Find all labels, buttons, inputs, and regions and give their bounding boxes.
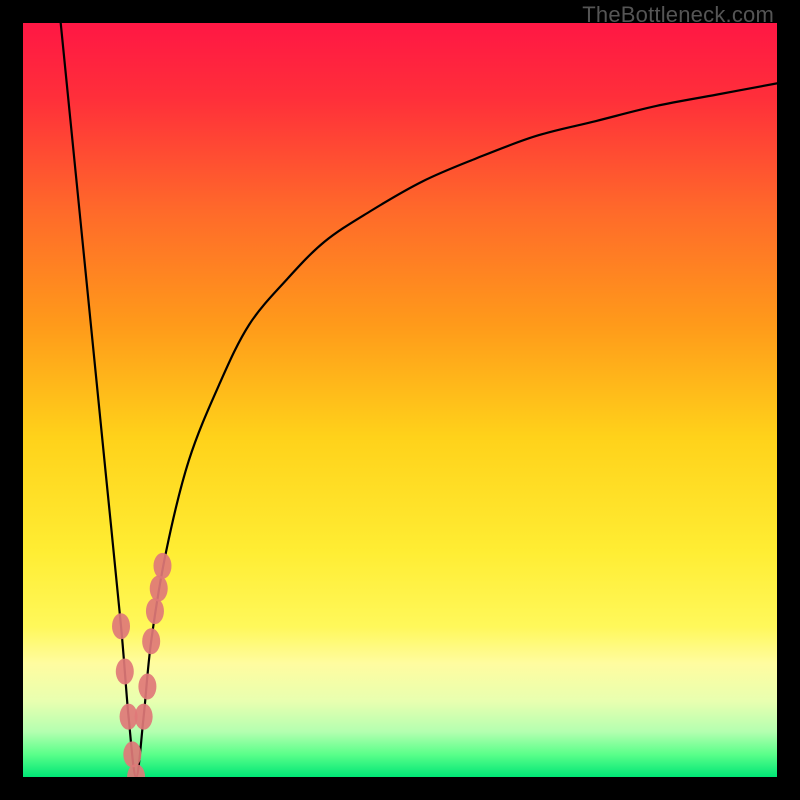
- marker-dot: [153, 553, 171, 579]
- chart-svg: [23, 23, 777, 777]
- chart-frame: TheBottleneck.com: [0, 0, 800, 800]
- chart-plot-area: [23, 23, 777, 777]
- marker-dot: [146, 598, 164, 624]
- marker-dot: [135, 704, 153, 730]
- watermark-text: TheBottleneck.com: [582, 2, 774, 28]
- marker-dot: [116, 658, 134, 684]
- marker-dot: [123, 741, 141, 767]
- marker-dot: [112, 613, 130, 639]
- marker-dot: [142, 628, 160, 654]
- marker-dot: [150, 576, 168, 602]
- marker-dot: [138, 674, 156, 700]
- bottleneck-curve: [61, 23, 777, 777]
